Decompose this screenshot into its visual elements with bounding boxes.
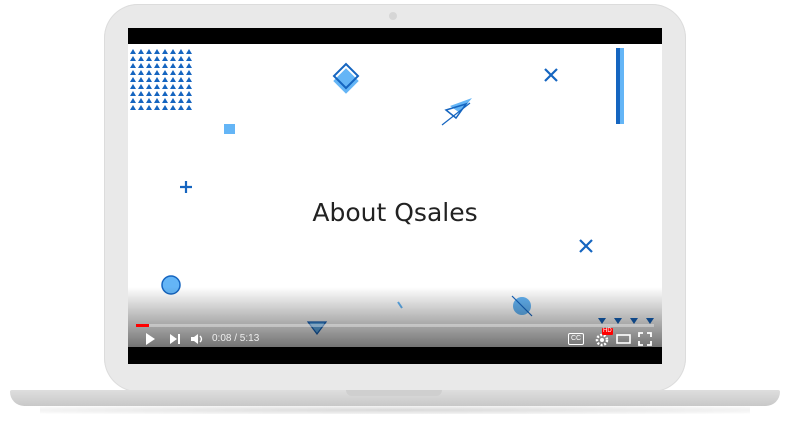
video-title: About Qsales <box>312 198 478 227</box>
time-display: 0:08 / 5:13 <box>212 333 260 344</box>
triangle-shape <box>441 98 472 126</box>
fullscreen-icon[interactable] <box>638 332 652 346</box>
next-icon[interactable] <box>168 332 182 346</box>
hd-badge: HD <box>602 328 613 335</box>
video-player[interactable]: About Qsales 0:08 / 5:13 CC HD <box>128 44 662 347</box>
progress-fill <box>136 324 150 327</box>
player-controls: 0:08 / 5:13 CC HD <box>128 328 662 347</box>
cc-label: CC <box>570 335 582 342</box>
laptop-shadow <box>40 406 750 414</box>
laptop-screen: About Qsales 0:08 / 5:13 CC HD <box>128 28 662 364</box>
theater-icon[interactable] <box>616 332 632 346</box>
play-icon[interactable] <box>144 332 156 346</box>
triangle-grid <box>130 49 192 110</box>
progress-bar[interactable] <box>136 324 654 327</box>
laptop-notch <box>346 390 442 396</box>
vertical-bar-outline <box>616 48 620 124</box>
diamond-shape <box>332 62 360 94</box>
captions-icon[interactable]: CC <box>568 333 584 345</box>
volume-icon[interactable] <box>190 332 206 346</box>
small-square <box>224 124 235 134</box>
webcam <box>389 12 397 20</box>
